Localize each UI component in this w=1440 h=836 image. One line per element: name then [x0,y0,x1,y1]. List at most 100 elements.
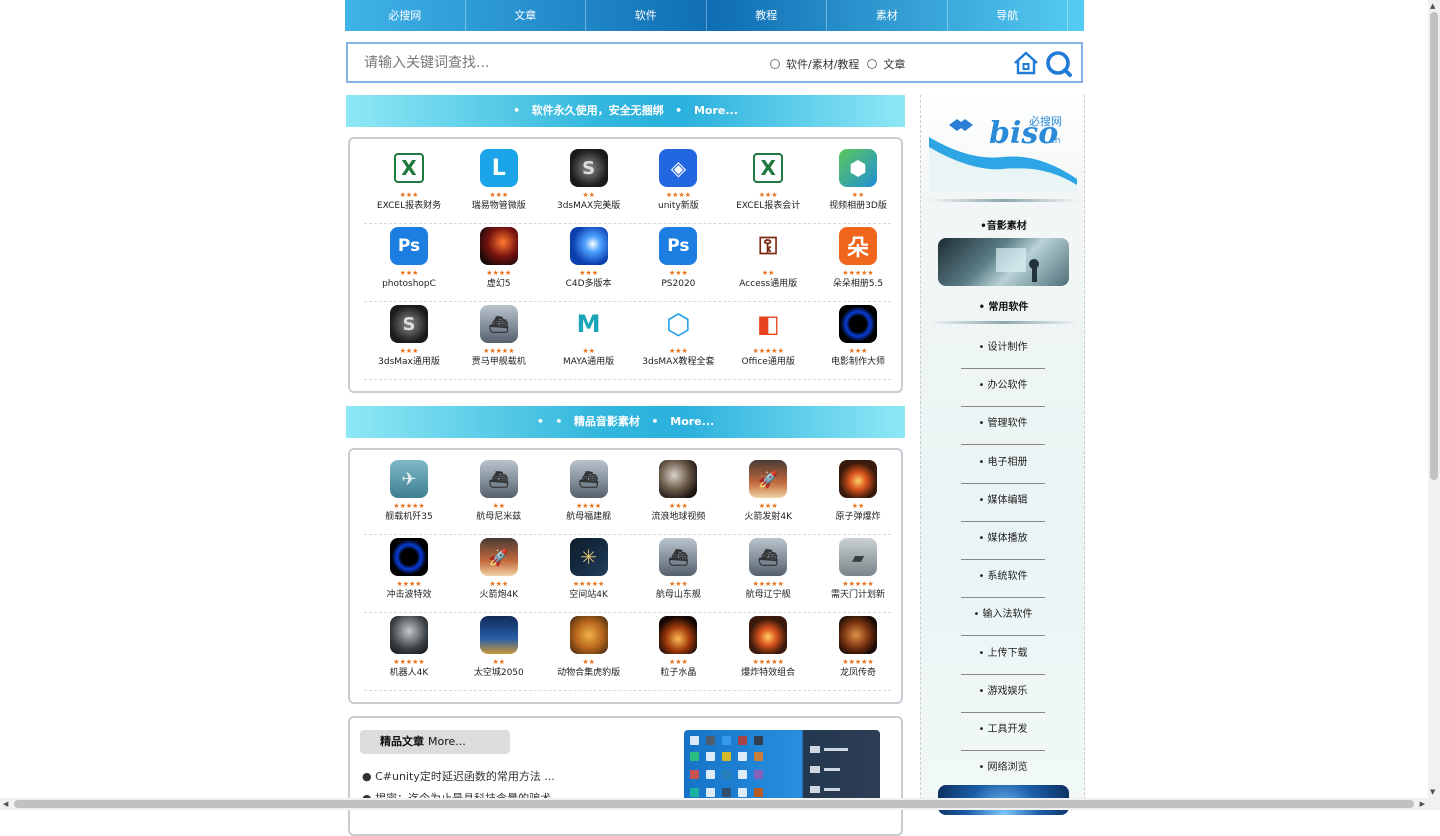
app-tile[interactable]: ⛴ ★★★★ 航母福建舰 [544,458,634,536]
photoshop-icon[interactable]: Ps [659,227,698,265]
sidebar-category-link[interactable]: • 管理软件 [961,407,1045,446]
dragon-icon[interactable] [839,616,877,654]
city-icon[interactable] [479,616,518,654]
app-name[interactable]: 舰载机歼35 [364,511,454,523]
excel-icon[interactable]: X [749,149,788,187]
maya-icon[interactable]: M [569,305,608,343]
search-icon[interactable] [1045,50,1073,78]
scroll-left-arrow-icon[interactable]: ◀ [3,799,8,809]
unity-icon[interactable]: ◈ [659,149,698,187]
app-name[interactable]: 流浪地球视频 [633,511,723,523]
app-tile[interactable]: ⛴ ★★ 航母尼米兹 [454,458,544,536]
app-name[interactable]: 贾马甲舰载机 [454,356,544,368]
app-tile[interactable]: ★★★ C4D多版本 [544,225,634,303]
station-icon[interactable]: ✳ [569,538,608,576]
app-tile[interactable]: ▰ ★★★★★ 需天门计划新 [813,536,903,614]
sidebar-category-link[interactable]: • 上传下载 [961,637,1045,675]
sidebar-category-link[interactable]: • 系统软件 [961,560,1045,599]
app-tile[interactable]: S ★★★ 3dsMax通用版 [364,303,454,381]
app-name[interactable]: C4D多版本 [544,278,634,290]
app-tile[interactable]: ◧ ★★★★★ Office通用版 [723,303,813,381]
app-tile[interactable]: ★★ 太空城2050 [454,614,544,692]
sidebar-category-link[interactable]: • 电子相册 [961,446,1045,484]
app-tile[interactable]: ★★★★ 冲击波特效 [364,536,454,614]
app-name[interactable]: 动物合集虎豹版 [544,667,634,679]
particle-icon[interactable] [659,616,698,654]
app-name[interactable]: 原子弹爆炸 [813,511,903,523]
app-name[interactable]: Office通用版 [723,356,813,368]
media-banner-title[interactable]: 精品音影素材 [574,415,640,428]
app-name[interactable]: 电影制作大师 [813,356,903,368]
app-name[interactable]: 瑞易物管微版 [454,200,544,212]
office-icon[interactable]: ◧ [749,305,788,343]
app-name[interactable]: photoshopC [364,278,454,290]
sidebar-category-link[interactable]: • 游戏娱乐 [961,675,1045,713]
access-icon[interactable]: ⚿ [749,227,788,265]
vertical-scroll-thumb[interactable] [1430,12,1438,480]
sidebar-software-header[interactable]: • 常用软件 [921,298,1086,313]
app-tile[interactable]: X ★★★ EXCEL报表会计 [723,147,813,225]
app-tile[interactable]: ★★★★★ 爆炸特效组合 [723,614,813,692]
app-name[interactable]: 航母山东舰 [633,589,723,601]
app-tile[interactable]: Ps ★★★ PS2020 [633,225,723,303]
media-thumbnail[interactable] [938,238,1069,286]
app-tile[interactable]: ✳ ★★★★★ 空间站4K [544,536,634,614]
app-tile[interactable]: ✈ ★★★★★ 舰载机歼35 [364,458,454,536]
explosion-icon[interactable] [839,460,877,498]
app-tile[interactable]: 朵 ★★★★★ 朵朵相册5.5 [813,225,903,303]
scroll-right-arrow-icon[interactable]: ▶ [1420,799,1425,809]
3dsmax-icon[interactable]: S [390,305,428,343]
carrier-icon[interactable]: ⛴ [479,460,518,498]
app-name[interactable]: 空间站4K [544,589,634,601]
article-item[interactable]: ● C#unity定时延迟函数的常用方法 ... [362,768,555,784]
radio-article-label[interactable]: 文章 [883,56,905,72]
software-banner-title[interactable]: 软件永久使用，安全无捆绑 [532,104,664,117]
ring-icon[interactable] [390,538,428,576]
nav-item-software[interactable]: 软件 [586,0,707,31]
app-tile[interactable]: ★★★ 粒子水晶 [633,614,723,692]
app-name[interactable]: 粒子水晶 [633,667,723,679]
c4d-icon[interactable] [569,227,608,265]
app-name[interactable]: 爆炸特效组合 [723,667,813,679]
nav-item-materials[interactable]: 素材 [827,0,948,31]
sidebar-category-link[interactable]: • 输入法软件 [961,598,1045,637]
app-tile[interactable]: S ★★ 3dsMAX完美版 [544,147,634,225]
app-tile[interactable]: ★★ 原子弹爆炸 [813,458,903,536]
app-name[interactable]: 机器人4K [364,667,454,679]
app-name[interactable]: EXCEL报表财务 [364,200,454,212]
planet-icon[interactable] [659,460,698,498]
app-tile[interactable]: M ★★ MAYA通用版 [544,303,634,381]
app-name[interactable]: EXCEL报表会计 [723,200,813,212]
jet-icon[interactable]: ✈ [390,460,428,498]
unreal-icon[interactable] [479,227,518,265]
app-name[interactable]: MAYA通用版 [544,356,634,368]
media-more-link[interactable]: More... [670,415,714,428]
nav-item-navigation[interactable]: 导航 [948,0,1068,31]
tank-icon[interactable]: ▰ [839,538,877,576]
sidebar-category-link[interactable]: • 设计制作 [961,331,1045,369]
app-name[interactable]: 冲击波特效 [364,589,454,601]
app-name[interactable]: 龙凤传奇 [813,667,903,679]
app-tile[interactable]: ◈ ★★★★ unity新版 [633,147,723,225]
3dsmax-icon[interactable]: S [569,149,608,187]
app-name[interactable]: 3dsMAX完美版 [544,200,634,212]
nav-item-tutorials[interactable]: 教程 [707,0,827,31]
carrier-icon[interactable]: ⛴ [749,538,788,576]
radio-software-label[interactable]: 软件/素材/教程 [786,56,859,72]
scroll-down-arrow-icon[interactable]: ▼ [1430,787,1435,797]
rocket-icon[interactable]: 🚀 [479,538,518,576]
sidebar-category-link[interactable]: • 媒体编辑 [961,484,1045,522]
app-name[interactable]: 朵朵相册5.5 [813,278,903,290]
app-tile[interactable]: ★★★★ 虚幻5 [454,225,544,303]
sidebar-media-header[interactable]: •音影素材 [921,217,1086,232]
robot-icon[interactable] [390,616,428,654]
sidebar-category-link[interactable]: • 网络浏览 [961,751,1045,790]
rocket-icon[interactable]: 🚀 [749,460,788,498]
app-tile[interactable]: ⛴ ★★★★★ 航母辽宁舰 [723,536,813,614]
radio-article[interactable] [867,59,878,69]
app-tile[interactable]: ★★★ 电影制作大师 [813,303,903,381]
app-name[interactable]: Access通用版 [723,278,813,290]
ring-icon[interactable] [839,305,877,343]
app-l-icon[interactable]: L [479,149,518,187]
software-more-link[interactable]: More... [694,104,738,117]
